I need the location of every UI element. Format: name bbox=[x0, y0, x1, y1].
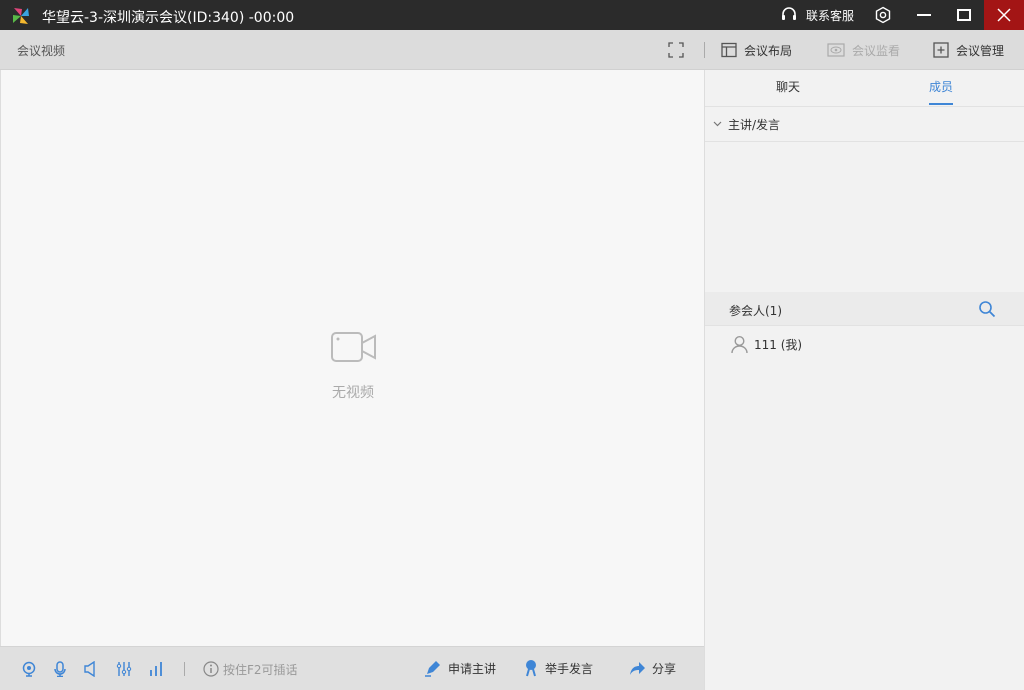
headset-icon bbox=[782, 7, 796, 20]
fullscreen-icon bbox=[668, 42, 684, 58]
raise-hand-button[interactable]: 举手发言 bbox=[523, 659, 593, 677]
maximize-icon bbox=[957, 9, 971, 21]
raise-hand-label: 举手发言 bbox=[545, 661, 594, 676]
share-arrow-icon bbox=[630, 662, 645, 675]
app-logo-icon bbox=[13, 8, 29, 24]
apply-speaker-button[interactable]: 申请主讲 bbox=[424, 659, 496, 677]
settings-button[interactable] bbox=[866, 0, 900, 30]
monitor-button[interactable]: 会议监看 bbox=[827, 30, 900, 70]
divider bbox=[184, 662, 185, 676]
window-title: 华望云-3-深圳演示会议(ID:340) -00:00 bbox=[42, 10, 295, 26]
bottom-bar: 按住F2可插话 申请主讲 举手发言 分享 bbox=[0, 646, 704, 690]
microphone-icon[interactable] bbox=[52, 661, 68, 677]
info-icon bbox=[203, 661, 219, 677]
apply-speaker-label: 申请主讲 bbox=[448, 661, 497, 676]
no-video-text: 无视频 bbox=[332, 385, 374, 401]
share-button[interactable]: 分享 bbox=[628, 659, 676, 677]
search-icon[interactable] bbox=[978, 300, 996, 318]
speaker-section-label: 主讲/发言 bbox=[728, 117, 781, 132]
tab-members[interactable]: 成员 bbox=[881, 70, 1001, 106]
maximize-button[interactable] bbox=[946, 0, 982, 30]
divider bbox=[704, 42, 705, 58]
gear-icon bbox=[875, 6, 891, 24]
raise-hand-icon bbox=[526, 660, 536, 677]
minimize-icon bbox=[917, 14, 931, 16]
chevron-down-icon bbox=[713, 121, 722, 127]
minimize-button[interactable] bbox=[906, 0, 942, 30]
toolbar: 会议视频 会议布局 会议监看 会议管理 bbox=[0, 30, 1024, 70]
video-area: 无视频 bbox=[0, 70, 704, 646]
camera-icon bbox=[331, 332, 376, 362]
speaker-section-header[interactable]: 主讲/发言 bbox=[705, 107, 1024, 142]
support-label: 联系客服 bbox=[806, 8, 855, 23]
camera-toggle-icon[interactable] bbox=[21, 661, 37, 677]
support-button[interactable]: 联系客服 bbox=[780, 0, 854, 30]
participants-count: 参会人(1) bbox=[729, 304, 782, 318]
eye-icon bbox=[827, 43, 845, 57]
side-panel: 聊天 成员 主讲/发言 参会人(1) 111 (我) bbox=[704, 70, 1024, 690]
close-icon bbox=[997, 8, 1011, 22]
participant-name: 111 (我) bbox=[754, 337, 803, 352]
pen-icon bbox=[425, 661, 440, 677]
signal-bars-icon[interactable] bbox=[148, 661, 164, 677]
active-tab-indicator bbox=[929, 103, 953, 105]
participant-row[interactable]: 111 (我) bbox=[705, 327, 1024, 361]
section-label: 会议视频 bbox=[17, 43, 66, 58]
panel-tabs: 聊天 成员 bbox=[705, 70, 1024, 107]
user-icon bbox=[731, 335, 748, 353]
layout-button[interactable]: 会议布局 bbox=[721, 30, 792, 70]
layout-icon bbox=[721, 42, 737, 58]
share-label: 分享 bbox=[652, 661, 677, 676]
f2-hint: 按住F2可插话 bbox=[223, 663, 298, 677]
plus-box-icon bbox=[933, 42, 949, 58]
tab-chat[interactable]: 聊天 bbox=[728, 70, 848, 106]
layout-label: 会议布局 bbox=[744, 43, 793, 58]
fullscreen-button[interactable] bbox=[668, 30, 684, 70]
monitor-label: 会议监看 bbox=[852, 43, 901, 58]
manage-button[interactable]: 会议管理 bbox=[933, 30, 1004, 70]
title-bar: 华望云-3-深圳演示会议(ID:340) -00:00 联系客服 bbox=[0, 0, 1024, 30]
participants-header: 参会人(1) bbox=[705, 292, 1024, 326]
close-button[interactable] bbox=[984, 0, 1024, 30]
manage-label: 会议管理 bbox=[956, 43, 1005, 58]
speaker-icon[interactable] bbox=[83, 661, 99, 677]
equalizer-icon[interactable] bbox=[116, 661, 132, 677]
